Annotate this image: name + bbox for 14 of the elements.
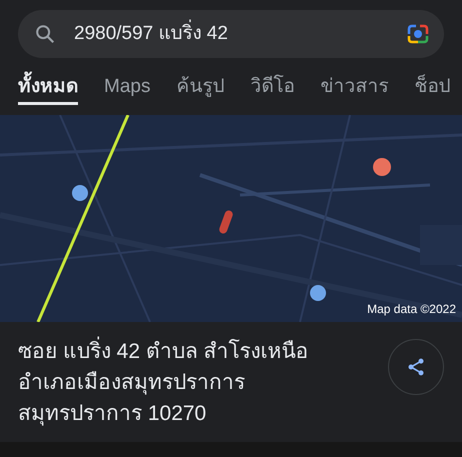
tab[interactable]: ค้นรูป	[176, 72, 224, 105]
tab[interactable]: ข่าวสาร	[320, 72, 388, 105]
tab[interactable]: วิดีโอ	[250, 72, 294, 105]
map-attribution: Map data ©2022	[367, 301, 456, 318]
place-address: ซอย แบริ่ง 42 ตำบล สำโรงเหนือ อำเภอเมืองสมุทรปราการ สมุทรปราการ 10270	[18, 336, 309, 429]
search-icon	[34, 23, 56, 45]
tab[interactable]: ช็อป	[414, 72, 450, 105]
share-button[interactable]	[388, 339, 444, 395]
search-field[interactable]: 2980/597 แบริ่ง 42	[18, 10, 444, 58]
tab[interactable]: Maps	[104, 72, 150, 105]
tab[interactable]: ทั้งหมด	[18, 72, 78, 105]
share-icon	[406, 357, 426, 377]
search-query: 2980/597 แบริ่ง 42	[74, 20, 388, 48]
camera-icon[interactable]	[406, 23, 430, 45]
